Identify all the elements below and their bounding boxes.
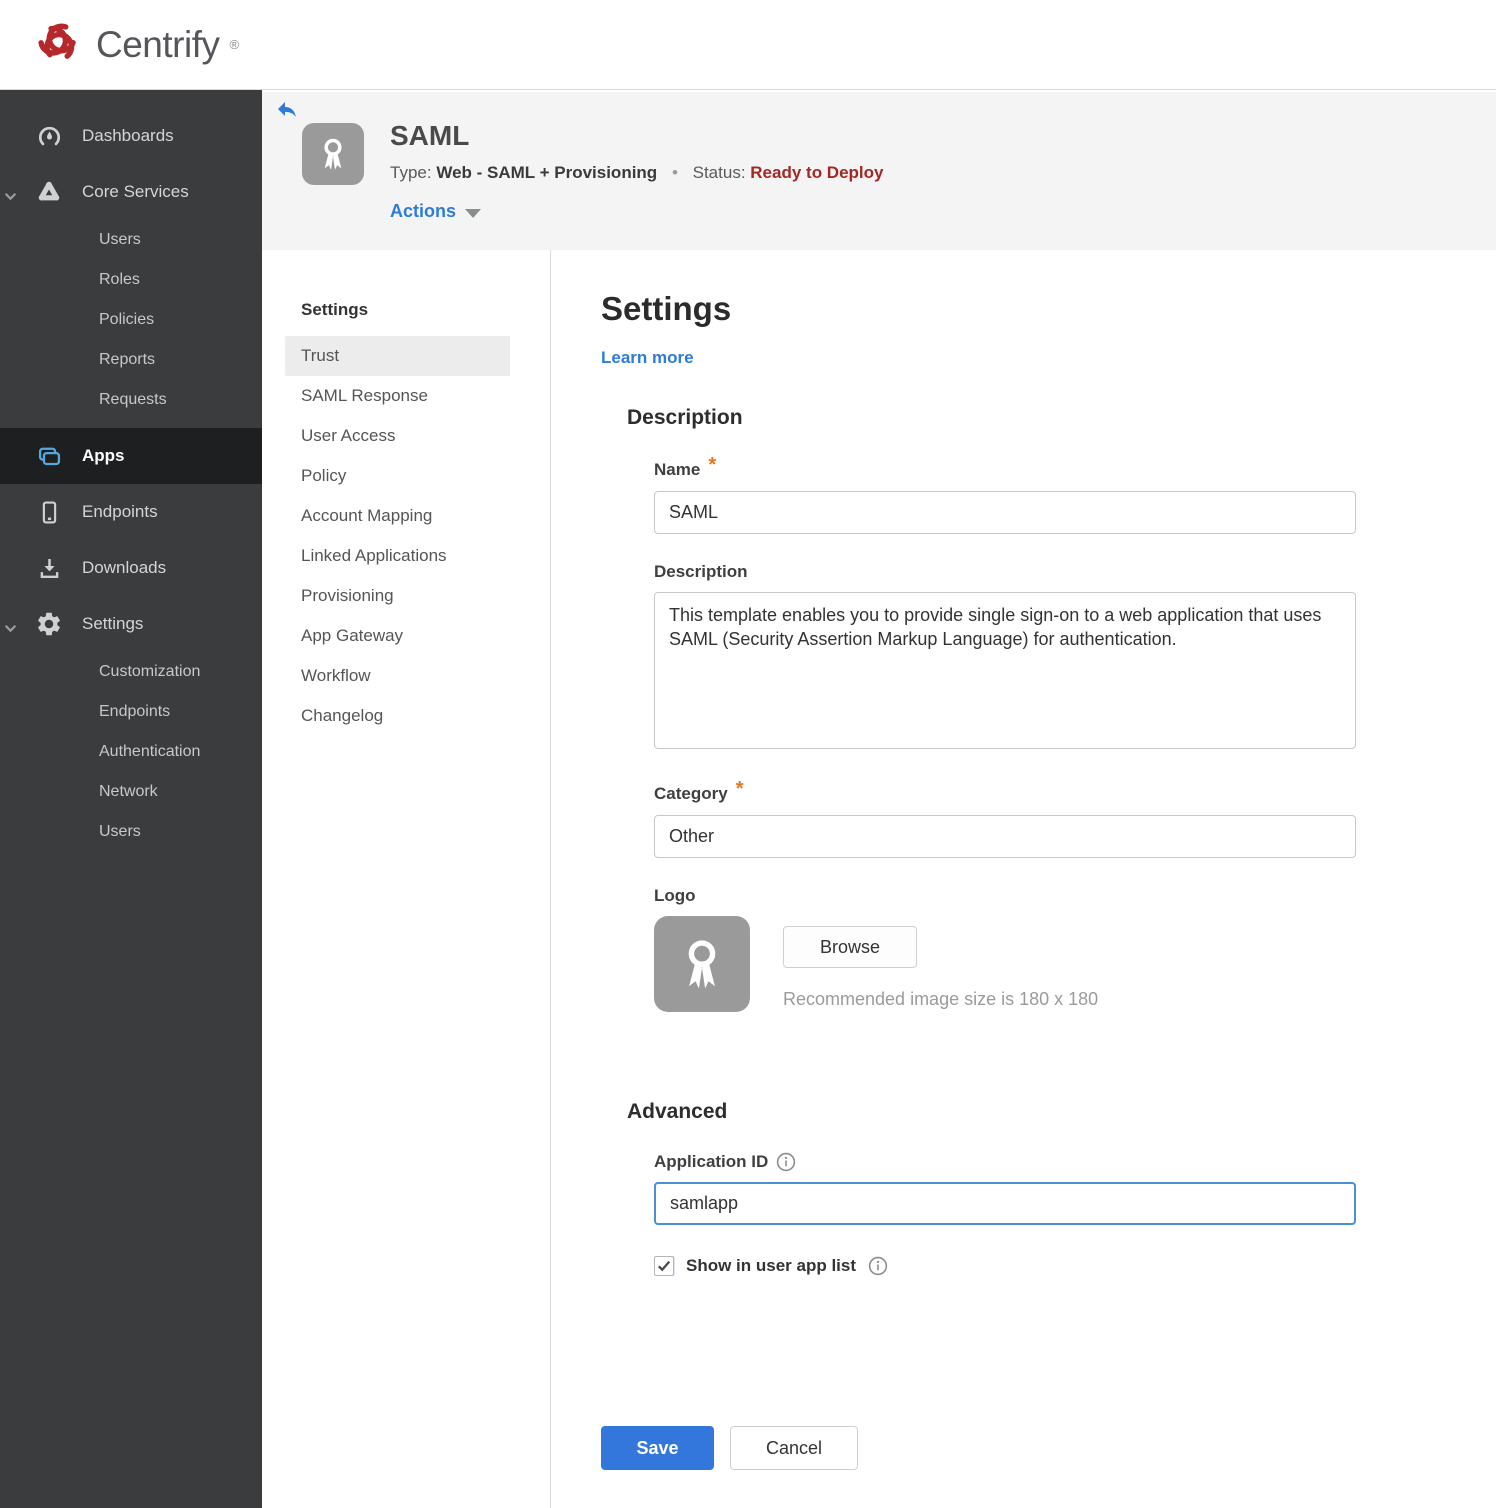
- subnav-item-policy[interactable]: Policy: [285, 456, 510, 496]
- actions-label: Actions: [390, 201, 457, 221]
- status-value: Ready to Deploy: [750, 163, 884, 182]
- advanced-section: Advanced Application ID samlapp Show in …: [627, 1100, 1496, 1276]
- app-title: SAML: [390, 120, 470, 151]
- name-label: Name: [654, 459, 701, 479]
- advanced-section-title: Advanced: [627, 1100, 728, 1123]
- brand-name: Centrify: [96, 23, 220, 65]
- description-section-title: Description: [627, 406, 743, 429]
- subnav-item-account-mapping[interactable]: Account Mapping: [285, 496, 510, 536]
- centrify-admin-page: Centrify ® Dashboards Core Services User…: [0, 0, 1496, 1508]
- sidebar-subitem-users[interactable]: Users: [0, 812, 262, 852]
- subnav-item-linked-applications[interactable]: Linked Applications: [285, 536, 510, 576]
- sidebar-item-label: Dashboards: [82, 126, 174, 145]
- subnav-item-workflow[interactable]: Workflow: [285, 656, 510, 696]
- description-textarea[interactable]: This template enables you to provide sin…: [654, 592, 1356, 749]
- show-in-user-app-list-checkbox[interactable]: [654, 1256, 674, 1276]
- status-label: Status:: [692, 163, 746, 182]
- application-id-field-group: Application ID: [654, 1152, 1496, 1225]
- apps-icon: [34, 442, 64, 471]
- sidebar-item-endpoints[interactable]: Endpoints: [0, 484, 262, 540]
- download-icon: [34, 555, 64, 582]
- gear-icon: [34, 610, 64, 638]
- centrify-logo[interactable]: Centrify ®: [30, 14, 239, 75]
- sidebar-item-downloads[interactable]: Downloads: [0, 540, 262, 596]
- sidebar-subitem-requests[interactable]: Requests: [0, 380, 262, 420]
- app-subnav: Settings Trust SAML Response User Access…: [262, 250, 550, 1508]
- sidebar-item-label: Apps: [82, 446, 125, 465]
- recommended-size-text: Recommended image size is 180 x 180: [783, 989, 1099, 1009]
- app-logo-badge-icon: [302, 123, 364, 185]
- required-marker: *: [708, 454, 717, 476]
- chevron-down-icon: [4, 620, 17, 638]
- sidebar-subitem-customization[interactable]: Customization: [0, 652, 262, 692]
- application-id-input[interactable]: [654, 1182, 1356, 1225]
- learn-more-link[interactable]: Learn more: [601, 348, 694, 368]
- subnav-item-provisioning[interactable]: Provisioning: [285, 576, 510, 616]
- app-header: SAML Type: Web - SAML + Provisioning • S…: [262, 92, 1496, 250]
- category-field-group: Category *: [654, 778, 1496, 858]
- sidebar-item-apps[interactable]: Apps: [0, 428, 262, 484]
- sidebar: Dashboards Core Services Users Roles Pol…: [0, 90, 262, 1508]
- logo-field-group: Logo Browse Recommended image size is 18…: [654, 886, 1496, 1012]
- application-id-label: Application ID: [654, 1152, 769, 1171]
- info-icon[interactable]: [776, 1152, 796, 1172]
- actions-dropdown[interactable]: Actions: [390, 201, 482, 222]
- registered-mark: ®: [229, 37, 240, 52]
- chevron-down-icon: [4, 188, 17, 206]
- name-input[interactable]: [654, 491, 1356, 534]
- sidebar-item-core-services[interactable]: Core Services: [0, 164, 262, 220]
- settings-panel: Settings Learn more Description Name * D…: [550, 250, 1496, 1508]
- info-icon[interactable]: [868, 1256, 888, 1276]
- centrify-swirl-icon: [30, 14, 86, 75]
- subnav-item-user-access[interactable]: User Access: [285, 416, 510, 456]
- sidebar-subitem-authentication[interactable]: Authentication: [0, 732, 262, 772]
- type-value: Web - SAML + Provisioning: [436, 163, 658, 182]
- top-bar: Centrify ®: [0, 0, 1496, 90]
- sidebar-item-settings[interactable]: Settings: [0, 596, 262, 652]
- sidebar-subitem-users[interactable]: Users: [0, 220, 262, 260]
- save-button[interactable]: Save: [601, 1426, 714, 1470]
- sidebar-item-label: Core Services: [82, 182, 189, 201]
- name-field-group: Name *: [654, 454, 1496, 534]
- app-meta-line: Type: Web - SAML + Provisioning • Status…: [390, 163, 883, 183]
- core-services-icon: [34, 178, 64, 206]
- gauge-icon: [34, 123, 64, 150]
- subnav-item-app-gateway[interactable]: App Gateway: [285, 616, 510, 656]
- sidebar-subitem-network[interactable]: Network: [0, 772, 262, 812]
- subnav-title: Settings: [301, 300, 369, 319]
- back-arrow-icon[interactable]: [275, 97, 301, 123]
- required-marker: *: [735, 778, 744, 800]
- show-in-user-app-list-label: Show in user app list: [686, 1256, 857, 1275]
- sidebar-subitem-policies[interactable]: Policies: [0, 300, 262, 340]
- sidebar-subitem-reports[interactable]: Reports: [0, 340, 262, 380]
- subnav-item-changelog[interactable]: Changelog: [285, 696, 510, 736]
- caret-down-icon: [465, 208, 482, 218]
- cancel-button[interactable]: Cancel: [730, 1426, 858, 1470]
- sidebar-item-label: Downloads: [82, 558, 167, 577]
- show-in-user-app-list-row: Show in user app list: [654, 1256, 1496, 1276]
- description-section: Description Name * Description This te: [627, 406, 1496, 1012]
- category-label: Category: [654, 783, 728, 803]
- type-label: Type:: [390, 163, 432, 182]
- subnav-item-trust[interactable]: Trust: [285, 336, 510, 376]
- sidebar-item-dashboards[interactable]: Dashboards: [0, 108, 262, 164]
- sidebar-subitem-roles[interactable]: Roles: [0, 260, 262, 300]
- description-field-group: Description This template enables you to…: [654, 562, 1496, 754]
- subnav-item-saml-response[interactable]: SAML Response: [285, 376, 510, 416]
- browse-button[interactable]: Browse: [783, 926, 917, 968]
- sidebar-item-label: Endpoints: [82, 502, 158, 521]
- description-label: Description: [654, 562, 748, 581]
- form-footer: Save Cancel: [601, 1426, 1496, 1470]
- category-input[interactable]: [654, 815, 1356, 858]
- checkmark-icon: [657, 1260, 671, 1272]
- page-title: Settings: [601, 290, 732, 327]
- device-icon: [34, 499, 64, 526]
- logo-preview-badge-icon: [654, 916, 750, 1012]
- content-area: Settings Trust SAML Response User Access…: [262, 250, 1496, 1508]
- sidebar-item-label: Settings: [82, 614, 144, 633]
- sidebar-subitem-endpoints[interactable]: Endpoints: [0, 692, 262, 732]
- meta-separator: •: [671, 163, 678, 182]
- logo-label: Logo: [654, 886, 696, 905]
